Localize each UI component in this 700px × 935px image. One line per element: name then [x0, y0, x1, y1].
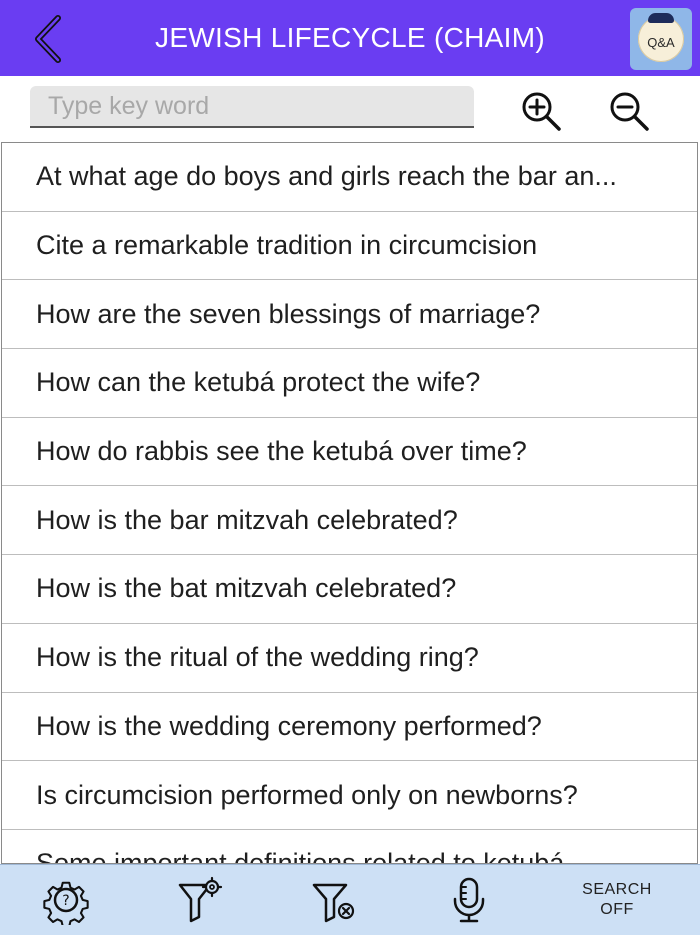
list-item[interactable]: Cite a remarkable tradition in circumcis…: [2, 212, 697, 281]
list-item[interactable]: Is circumcision performed only on newbor…: [2, 761, 697, 830]
zoom-out-button[interactable]: [606, 88, 652, 134]
list-item[interactable]: How are the seven blessings of marriage?: [2, 280, 697, 350]
filter-settings-button[interactable]: [172, 872, 228, 928]
list-item-label: How are the seven blessings of marriage?: [36, 298, 541, 329]
qa-badge-label: Q&A: [647, 34, 675, 50]
list-item-label: How is the ritual of the wedding ring?: [36, 642, 479, 673]
list-item-label: Cite a remarkable tradition in circumcis…: [36, 230, 538, 261]
question-list[interactable]: At what age do boys and girls reach the …: [1, 142, 698, 864]
help-settings-button[interactable]: ?: [38, 872, 94, 928]
search-toggle-button[interactable]: SEARCH OFF: [566, 875, 668, 925]
page-title: JEWISH LIFECYCLE (CHAIM): [155, 22, 545, 53]
list-item-label: How do rabbis see the ketubá over time?: [36, 436, 527, 467]
list-item-label: How is the bar mitzvah celebrated?: [36, 504, 458, 535]
search-bar: [0, 76, 700, 142]
search-toggle-state: OFF: [600, 901, 634, 918]
list-item[interactable]: How can the ketubá protect the wife?: [2, 349, 697, 418]
list-item-label: How is the bat mitzvah celebrated?: [36, 573, 457, 604]
voice-search-button[interactable]: [441, 872, 497, 928]
filter-clear-icon: [312, 883, 355, 923]
qa-button[interactable]: Q&A: [630, 8, 692, 70]
search-toggle-label: SEARCH: [582, 881, 652, 898]
list-item-label: How can the ketubá protect the wife?: [36, 367, 481, 398]
list-item-label: Is circumcision performed only on newbor…: [36, 779, 578, 810]
list-item[interactable]: How is the bar mitzvah celebrated?: [2, 486, 697, 556]
app-header: JEWISH LIFECYCLE (CHAIM) Q&A: [0, 0, 700, 76]
list-item[interactable]: At what age do boys and girls reach the …: [2, 143, 697, 212]
filter-settings-icon: [178, 876, 223, 923]
zoom-in-button[interactable]: [518, 88, 564, 134]
list-item-label: At what age do boys and girls reach the …: [36, 161, 617, 192]
svg-text:?: ?: [62, 893, 69, 909]
list-item-label: How is the wedding ceremony performed?: [36, 710, 542, 741]
zoom-in-icon: [522, 92, 561, 131]
chevron-left-icon: [35, 15, 61, 63]
gear-question-icon: ?: [43, 881, 89, 925]
qa-logo-icon: Q&A: [638, 13, 684, 62]
bottom-toolbar: ? SEARCH OFF: [0, 864, 700, 935]
back-button[interactable]: [22, 12, 74, 66]
list-item[interactable]: How is the bat mitzvah celebrated?: [2, 555, 697, 624]
search-input[interactable]: [30, 86, 474, 128]
list-item[interactable]: How is the ritual of the wedding ring?: [2, 624, 697, 693]
list-item-label: Some important definitions related to ke…: [36, 848, 565, 864]
list-item[interactable]: How do rabbis see the ketubá over time?: [2, 418, 697, 487]
zoom-out-icon: [610, 92, 649, 131]
clear-filter-button[interactable]: [306, 872, 362, 928]
list-item[interactable]: How is the wedding ceremony performed?: [2, 693, 697, 762]
list-item[interactable]: Some important definitions related to ke…: [2, 830, 697, 864]
microphone-icon: [453, 877, 485, 923]
